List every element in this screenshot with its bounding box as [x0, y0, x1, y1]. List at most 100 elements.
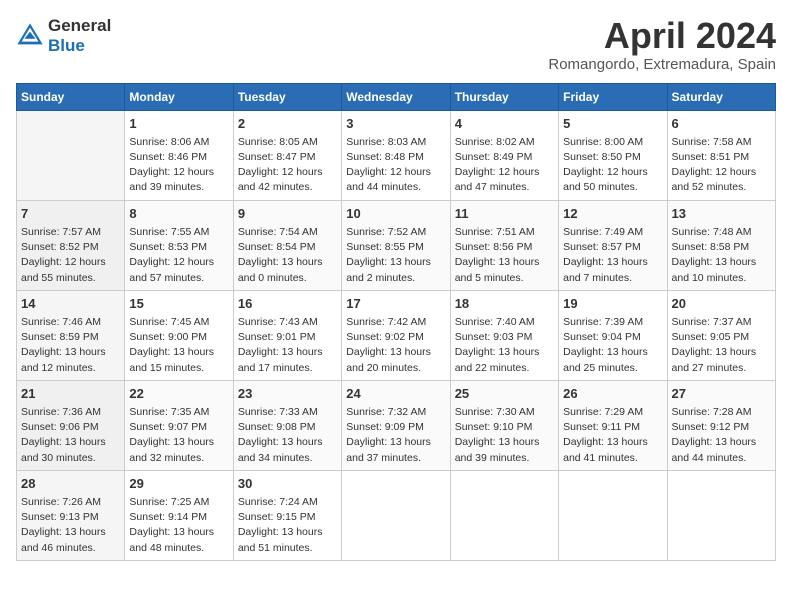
calendar-cell: 9Sunrise: 7:54 AMSunset: 8:54 PMDaylight… — [233, 200, 341, 290]
day-number: 13 — [672, 205, 771, 223]
day-info: Sunrise: 7:52 AMSunset: 8:55 PMDaylight:… — [346, 225, 445, 286]
day-number: 19 — [563, 295, 662, 313]
day-info: Sunrise: 7:48 AMSunset: 8:58 PMDaylight:… — [672, 225, 771, 286]
calendar-cell: 25 Sunrise: 7:30 AMSunset: 9:10 PMDayligh… — [450, 380, 558, 470]
day-info: Sunrise: 7:39 AMSunset: 9:04 PMDaylight:… — [563, 315, 662, 376]
day-header-monday: Monday — [125, 83, 233, 110]
day-header-saturday: Saturday — [667, 83, 775, 110]
calendar-cell: 7 Sunrise: 7:57 AMSunset: 8:52 PMDaylight… — [17, 200, 125, 290]
day-info: Sunrise: 7:28 AMSunset: 9:12 PMDaylight:… — [672, 405, 771, 466]
title-section: April 2024 Romangordo, Extremadura, Spai… — [548, 16, 776, 73]
day-number: 8 — [129, 205, 228, 223]
calendar-cell: 14 Sunrise: 7:46 AMSunset: 8:59 PMDayligh… — [17, 290, 125, 380]
logo-general: General — [48, 16, 111, 35]
day-number: 12 — [563, 205, 662, 223]
day-info: Sunrise: 7:51 AMSunset: 8:56 PMDaylight:… — [455, 225, 554, 286]
day-info: Sunrise: 7:57 AMSunset: 8:52 PMDaylight:… — [21, 225, 120, 286]
calendar-cell: 8Sunrise: 7:55 AMSunset: 8:53 PMDaylight… — [125, 200, 233, 290]
day-number: 10 — [346, 205, 445, 223]
day-info: Sunrise: 7:42 AMSunset: 9:02 PMDaylight:… — [346, 315, 445, 376]
day-number: 25 — [455, 385, 554, 403]
day-info: Sunrise: 8:00 AMSunset: 8:50 PMDaylight:… — [563, 135, 662, 196]
calendar-cell — [667, 470, 775, 560]
day-info: Sunrise: 7:46 AMSunset: 8:59 PMDaylight:… — [21, 315, 120, 376]
day-number: 16 — [238, 295, 337, 313]
day-info: Sunrise: 7:26 AMSunset: 9:13 PMDaylight:… — [21, 495, 120, 556]
day-number: 4 — [455, 115, 554, 133]
calendar-header-row: SundayMondayTuesdayWednesdayThursdayFrid… — [17, 83, 776, 110]
calendar-cell — [17, 110, 125, 200]
day-info: Sunrise: 7:37 AMSunset: 9:05 PMDaylight:… — [672, 315, 771, 376]
day-info: Sunrise: 7:30 AMSunset: 9:10 PMDaylight:… — [455, 405, 554, 466]
day-info: Sunrise: 7:36 AMSunset: 9:06 PMDaylight:… — [21, 405, 120, 466]
day-header-friday: Friday — [559, 83, 667, 110]
day-header-sunday: Sunday — [17, 83, 125, 110]
day-number: 17 — [346, 295, 445, 313]
day-info: Sunrise: 8:05 AMSunset: 8:47 PMDaylight:… — [238, 135, 337, 196]
day-number: 1 — [129, 115, 228, 133]
calendar-cell: 22 Sunrise: 7:35 AMSunset: 9:07 PMDayligh… — [125, 380, 233, 470]
day-info: Sunrise: 8:06 AMSunset: 8:46 PMDaylight:… — [129, 135, 228, 196]
day-number: 7 — [21, 205, 120, 223]
day-number: 28 — [21, 475, 120, 493]
calendar-cell: 26Sunrise: 7:29 AMSunset: 9:11 PMDayligh… — [559, 380, 667, 470]
calendar-cell: 20 Sunrise: 7:37 AMSunset: 9:05 PMDayligh… — [667, 290, 775, 380]
general-blue-logo-icon — [16, 22, 44, 50]
calendar-cell: 17 Sunrise: 7:42 AMSunset: 9:02 PMDayligh… — [342, 290, 450, 380]
calendar-cell — [450, 470, 558, 560]
day-info: Sunrise: 7:40 AMSunset: 9:03 PMDaylight:… — [455, 315, 554, 376]
calendar-cell — [559, 470, 667, 560]
calendar-cell: 28 Sunrise: 7:26 AMSunset: 9:13 PMDayligh… — [17, 470, 125, 560]
location-subtitle: Romangordo, Extremadura, Spain — [548, 56, 776, 73]
week-row-5: 28 Sunrise: 7:26 AMSunset: 9:13 PMDayligh… — [17, 470, 776, 560]
day-number: 9 — [238, 205, 337, 223]
day-info: Sunrise: 7:25 AMSunset: 9:14 PMDaylight:… — [129, 495, 228, 556]
day-number: 30 — [238, 475, 337, 493]
calendar-cell: 11 Sunrise: 7:51 AMSunset: 8:56 PMDayligh… — [450, 200, 558, 290]
month-title: April 2024 — [548, 16, 776, 56]
logo: General Blue — [16, 16, 111, 56]
calendar-cell: 5 Sunrise: 8:00 AMSunset: 8:50 PMDaylight… — [559, 110, 667, 200]
week-row-4: 21 Sunrise: 7:36 AMSunset: 9:06 PMDayligh… — [17, 380, 776, 470]
day-number: 11 — [455, 205, 554, 223]
day-number: 21 — [21, 385, 120, 403]
calendar-cell: 12 Sunrise: 7:49 AMSunset: 8:57 PMDayligh… — [559, 200, 667, 290]
day-number: 2 — [238, 115, 337, 133]
day-info: Sunrise: 8:03 AMSunset: 8:48 PMDaylight:… — [346, 135, 445, 196]
logo-blue: Blue — [48, 36, 85, 55]
week-row-3: 14 Sunrise: 7:46 AMSunset: 8:59 PMDayligh… — [17, 290, 776, 380]
calendar-cell: 15Sunrise: 7:45 AMSunset: 9:00 PMDayligh… — [125, 290, 233, 380]
calendar-cell: 4 Sunrise: 8:02 AMSunset: 8:49 PMDaylight… — [450, 110, 558, 200]
day-info: Sunrise: 7:43 AMSunset: 9:01 PMDaylight:… — [238, 315, 337, 376]
day-number: 20 — [672, 295, 771, 313]
day-number: 23 — [238, 385, 337, 403]
day-number: 29 — [129, 475, 228, 493]
calendar-cell: 27Sunrise: 7:28 AMSunset: 9:12 PMDayligh… — [667, 380, 775, 470]
calendar-cell — [342, 470, 450, 560]
week-row-1: 1 Sunrise: 8:06 AMSunset: 8:46 PMDaylight… — [17, 110, 776, 200]
day-number: 5 — [563, 115, 662, 133]
day-info: Sunrise: 7:32 AMSunset: 9:09 PMDaylight:… — [346, 405, 445, 466]
day-number: 3 — [346, 115, 445, 133]
day-info: Sunrise: 7:58 AMSunset: 8:51 PMDaylight:… — [672, 135, 771, 196]
calendar-cell: 1 Sunrise: 8:06 AMSunset: 8:46 PMDaylight… — [125, 110, 233, 200]
calendar-cell: 21 Sunrise: 7:36 AMSunset: 9:06 PMDayligh… — [17, 380, 125, 470]
day-info: Sunrise: 7:49 AMSunset: 8:57 PMDaylight:… — [563, 225, 662, 286]
logo-text: General Blue — [48, 16, 111, 56]
calendar-cell: 24Sunrise: 7:32 AMSunset: 9:09 PMDayligh… — [342, 380, 450, 470]
day-info: Sunrise: 7:35 AMSunset: 9:07 PMDaylight:… — [129, 405, 228, 466]
day-number: 22 — [129, 385, 228, 403]
day-number: 14 — [21, 295, 120, 313]
calendar-cell: 6Sunrise: 7:58 AMSunset: 8:51 PMDaylight… — [667, 110, 775, 200]
day-number: 18 — [455, 295, 554, 313]
day-info: Sunrise: 8:02 AMSunset: 8:49 PMDaylight:… — [455, 135, 554, 196]
calendar-cell: 2 Sunrise: 8:05 AMSunset: 8:47 PMDaylight… — [233, 110, 341, 200]
calendar-cell: 23Sunrise: 7:33 AMSunset: 9:08 PMDayligh… — [233, 380, 341, 470]
day-header-tuesday: Tuesday — [233, 83, 341, 110]
day-number: 26 — [563, 385, 662, 403]
day-number: 15 — [129, 295, 228, 313]
week-row-2: 7 Sunrise: 7:57 AMSunset: 8:52 PMDaylight… — [17, 200, 776, 290]
page-header: General Blue April 2024 Romangordo, Extr… — [16, 16, 776, 73]
calendar-cell: 29 Sunrise: 7:25 AMSunset: 9:14 PMDayligh… — [125, 470, 233, 560]
calendar-table: SundayMondayTuesdayWednesdayThursdayFrid… — [16, 83, 776, 561]
